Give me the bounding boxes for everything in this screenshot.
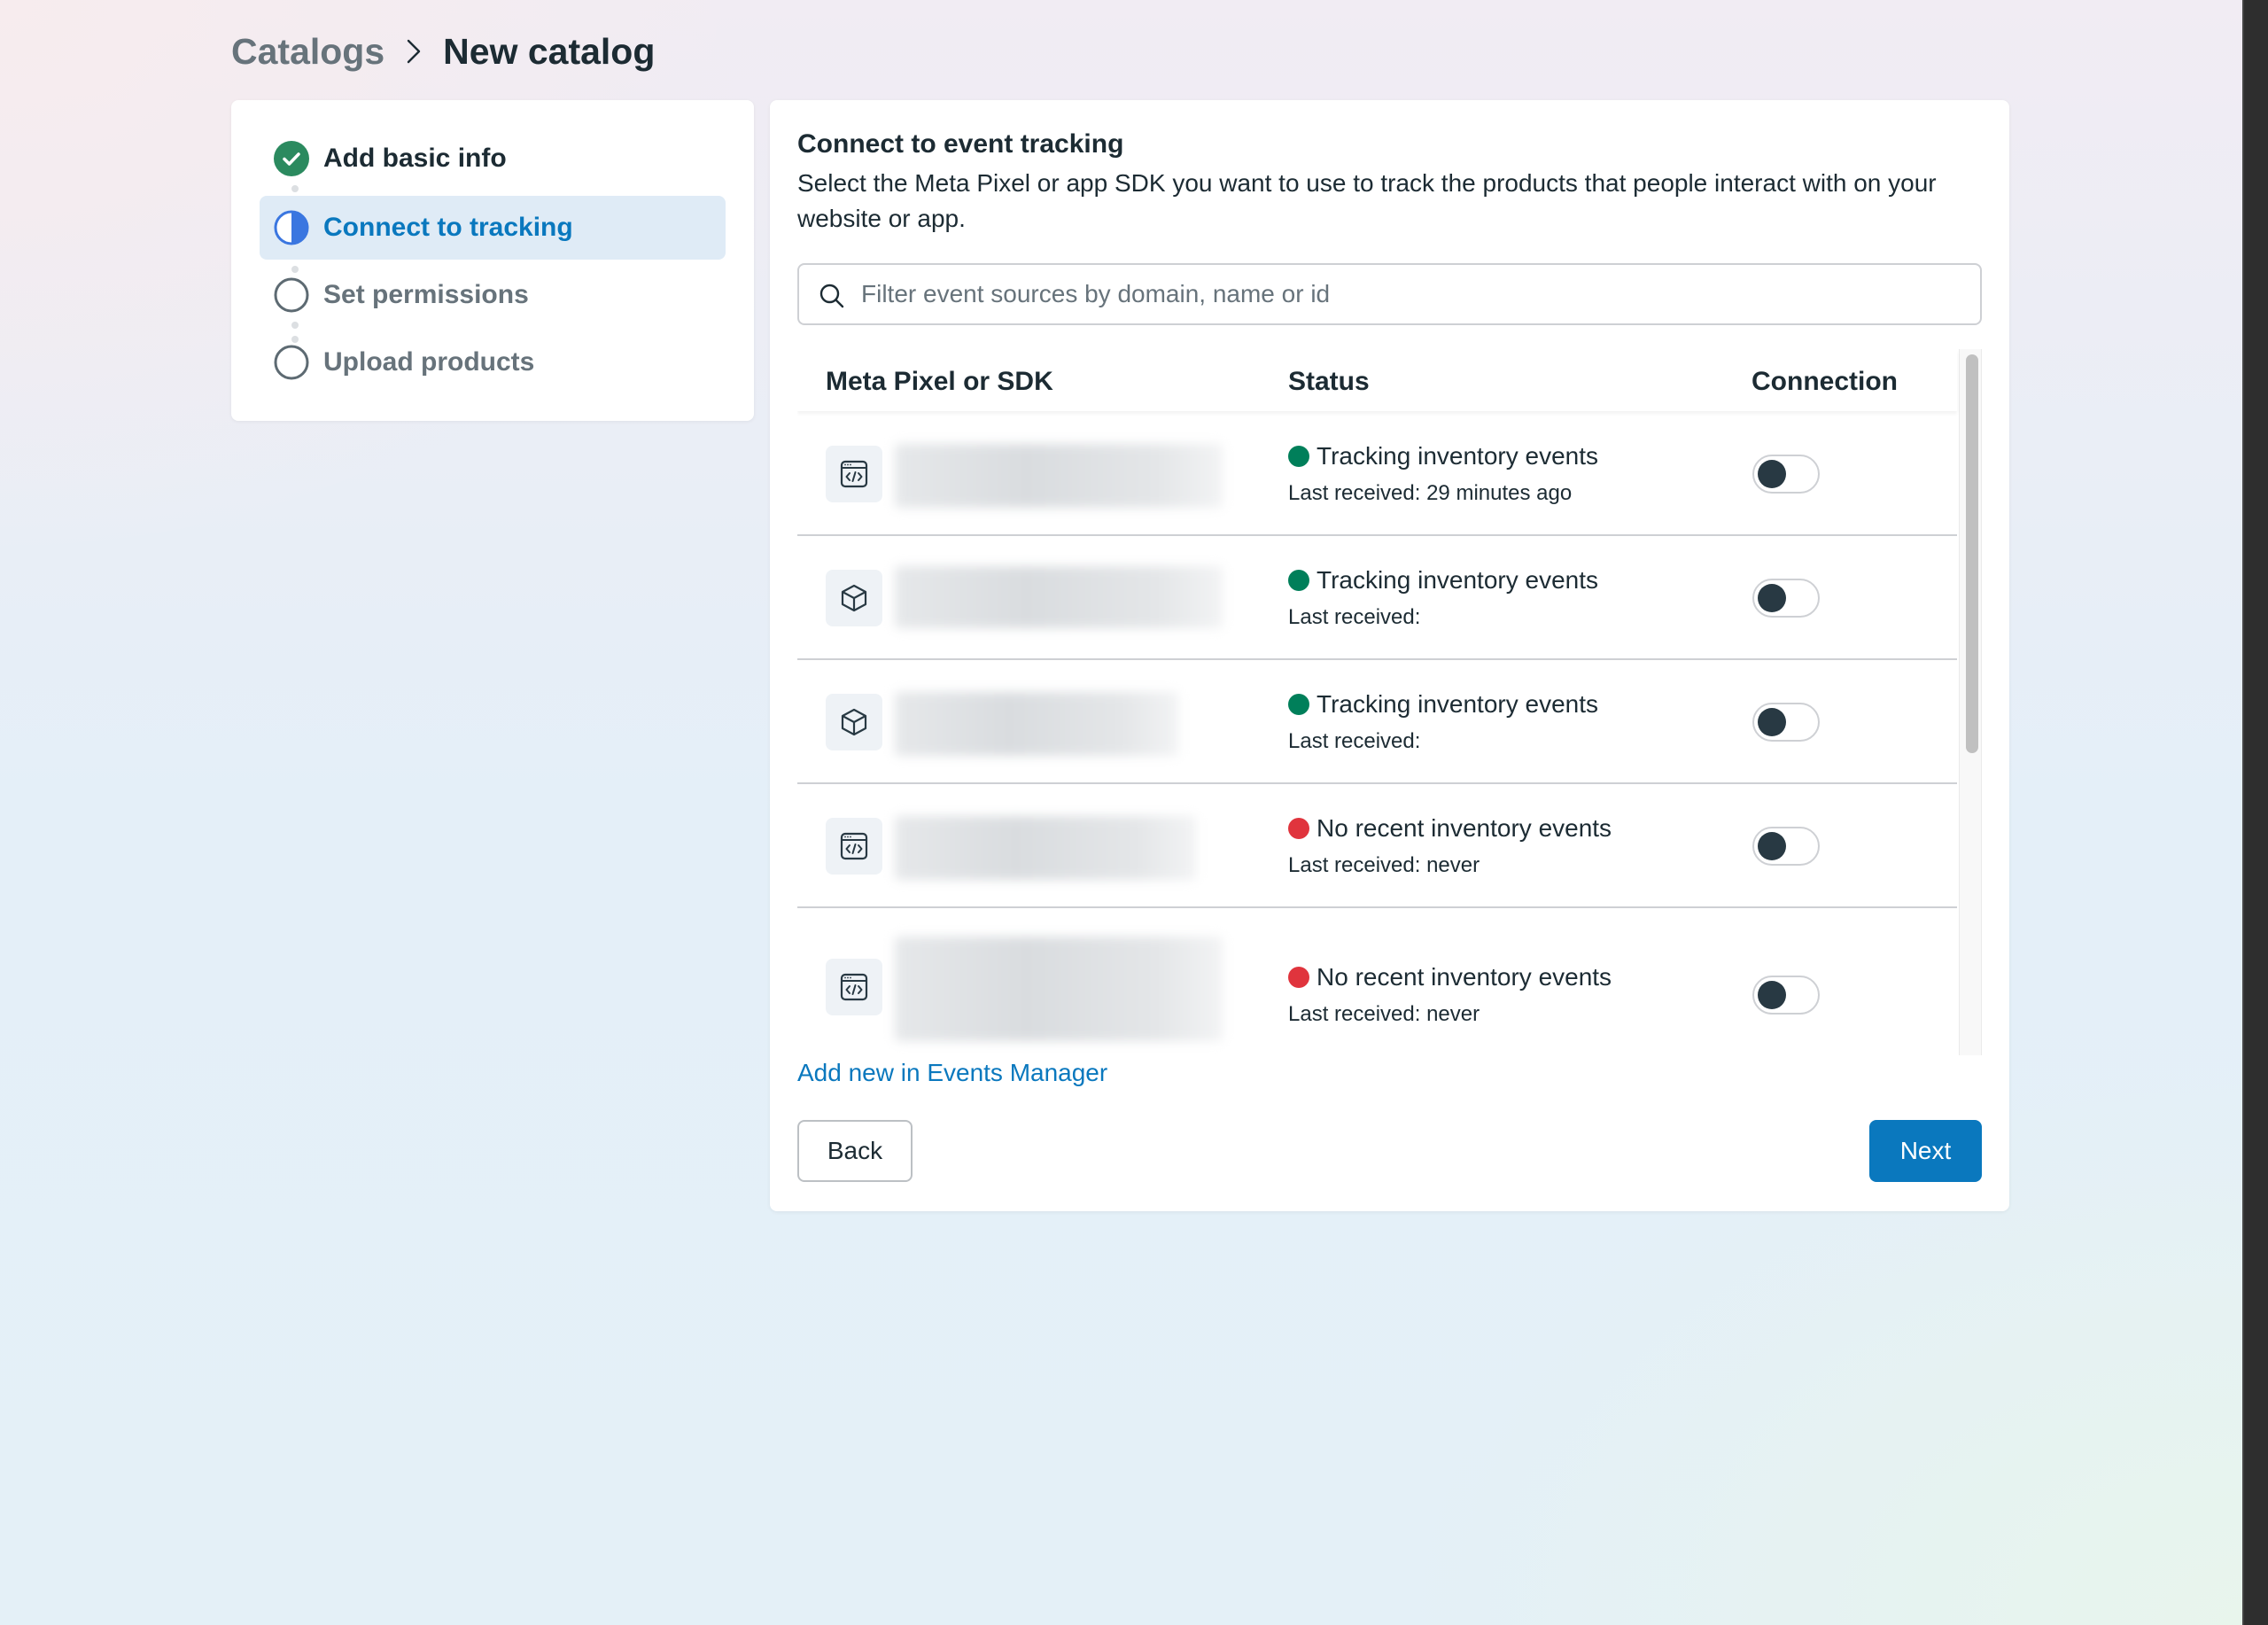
table-scrollbar[interactable]: [1959, 349, 1982, 1055]
source-name-redacted: [895, 692, 1178, 756]
search-icon: [819, 283, 845, 309]
half-circle-icon: [274, 210, 309, 245]
step-upload-products[interactable]: Upload products: [260, 330, 726, 394]
connection-toggle[interactable]: [1752, 703, 1820, 742]
code-window-icon: [826, 818, 882, 875]
toggle-knob: [1758, 832, 1786, 860]
step-connector-dot: [291, 322, 299, 329]
breadcrumb-catalogs-link[interactable]: Catalogs: [231, 31, 384, 73]
last-received: Last received:: [1288, 729, 1421, 753]
table-row: Tracking inventory events Last received:…: [797, 412, 1957, 536]
source-name-redacted: [895, 816, 1196, 880]
section-title: Connect to event tracking: [797, 129, 1124, 159]
search-field[interactable]: [797, 263, 1982, 325]
source-name-redacted: [895, 566, 1223, 628]
status-dot-green: [1288, 446, 1309, 467]
source-name-redacted: [895, 444, 1223, 508]
last-received: Last received: never: [1288, 1002, 1480, 1026]
step-connect-to-tracking[interactable]: Connect to tracking: [260, 196, 726, 260]
table-row: Tracking inventory events Last received:: [797, 536, 1957, 660]
step-label: Set permissions: [323, 280, 529, 309]
step-add-basic-info[interactable]: Add basic info: [260, 127, 726, 190]
status-dot-green: [1288, 694, 1309, 715]
last-received: Last received:: [1288, 605, 1421, 629]
toggle-knob: [1758, 460, 1786, 488]
toggle-knob: [1758, 981, 1786, 1009]
scrollbar-thumb[interactable]: [1966, 354, 1978, 753]
status-dot-red: [1288, 967, 1309, 988]
step-label: Upload products: [323, 347, 535, 377]
step-connector-dot: [291, 185, 299, 192]
window-edge: [2242, 0, 2268, 1625]
status-text: No recent inventory events: [1288, 963, 1612, 991]
toggle-knob: [1758, 584, 1786, 612]
status-text: Tracking inventory events: [1288, 690, 1598, 719]
table-row: Tracking inventory events Last received:: [797, 660, 1957, 784]
breadcrumb: Catalogs New catalog: [231, 27, 655, 76]
next-button[interactable]: Next: [1869, 1120, 1982, 1182]
status-text: Tracking inventory events: [1288, 442, 1598, 470]
event-sources-table: Meta Pixel or SDK Status Connection Trac…: [797, 349, 1982, 1055]
table-row: No recent inventory events Last received…: [797, 908, 1957, 1050]
column-header-status: Status: [1288, 367, 1370, 396]
step-set-permissions[interactable]: Set permissions: [260, 263, 726, 327]
connect-tracking-panel: Connect to event tracking Select the Met…: [770, 100, 2009, 1211]
status-dot-red: [1288, 818, 1309, 839]
section-description: Select the Meta Pixel or app SDK you wan…: [797, 169, 1937, 232]
code-window-icon: [826, 959, 882, 1015]
chevron-right-icon: [400, 38, 427, 65]
last-received: Last received: 29 minutes ago: [1288, 481, 1573, 505]
column-header-source: Meta Pixel or SDK: [826, 367, 1053, 396]
connection-toggle[interactable]: [1752, 579, 1820, 618]
empty-circle-icon: [274, 277, 309, 313]
search-input[interactable]: [861, 265, 1969, 323]
back-button[interactable]: Back: [797, 1120, 913, 1182]
column-header-connection: Connection: [1751, 367, 1898, 396]
toggle-knob: [1758, 708, 1786, 736]
check-circle-icon: [274, 141, 309, 176]
last-received: Last received: never: [1288, 853, 1480, 877]
source-name-redacted: [895, 937, 1223, 1041]
step-label: Add basic info: [323, 144, 507, 173]
step-label: Connect to tracking: [323, 213, 573, 242]
steps-panel: Add basic info Connect to tracking Set p…: [231, 100, 754, 421]
page-title: New catalog: [443, 30, 656, 72]
status-dot-green: [1288, 570, 1309, 591]
cube-icon: [826, 694, 882, 750]
cube-icon: [826, 570, 882, 626]
table-row: No recent inventory events Last received…: [797, 784, 1957, 908]
status-text: Tracking inventory events: [1288, 566, 1598, 595]
table-header: Meta Pixel or SDK Status Connection: [797, 349, 1957, 411]
empty-circle-icon: [274, 345, 309, 380]
connection-toggle[interactable]: [1752, 976, 1820, 1015]
add-new-in-events-manager-link[interactable]: Add new in Events Manager: [797, 1059, 1107, 1087]
connection-toggle[interactable]: [1752, 827, 1820, 866]
status-text: No recent inventory events: [1288, 814, 1612, 843]
code-window-icon: [826, 446, 882, 502]
connection-toggle[interactable]: [1752, 455, 1820, 494]
